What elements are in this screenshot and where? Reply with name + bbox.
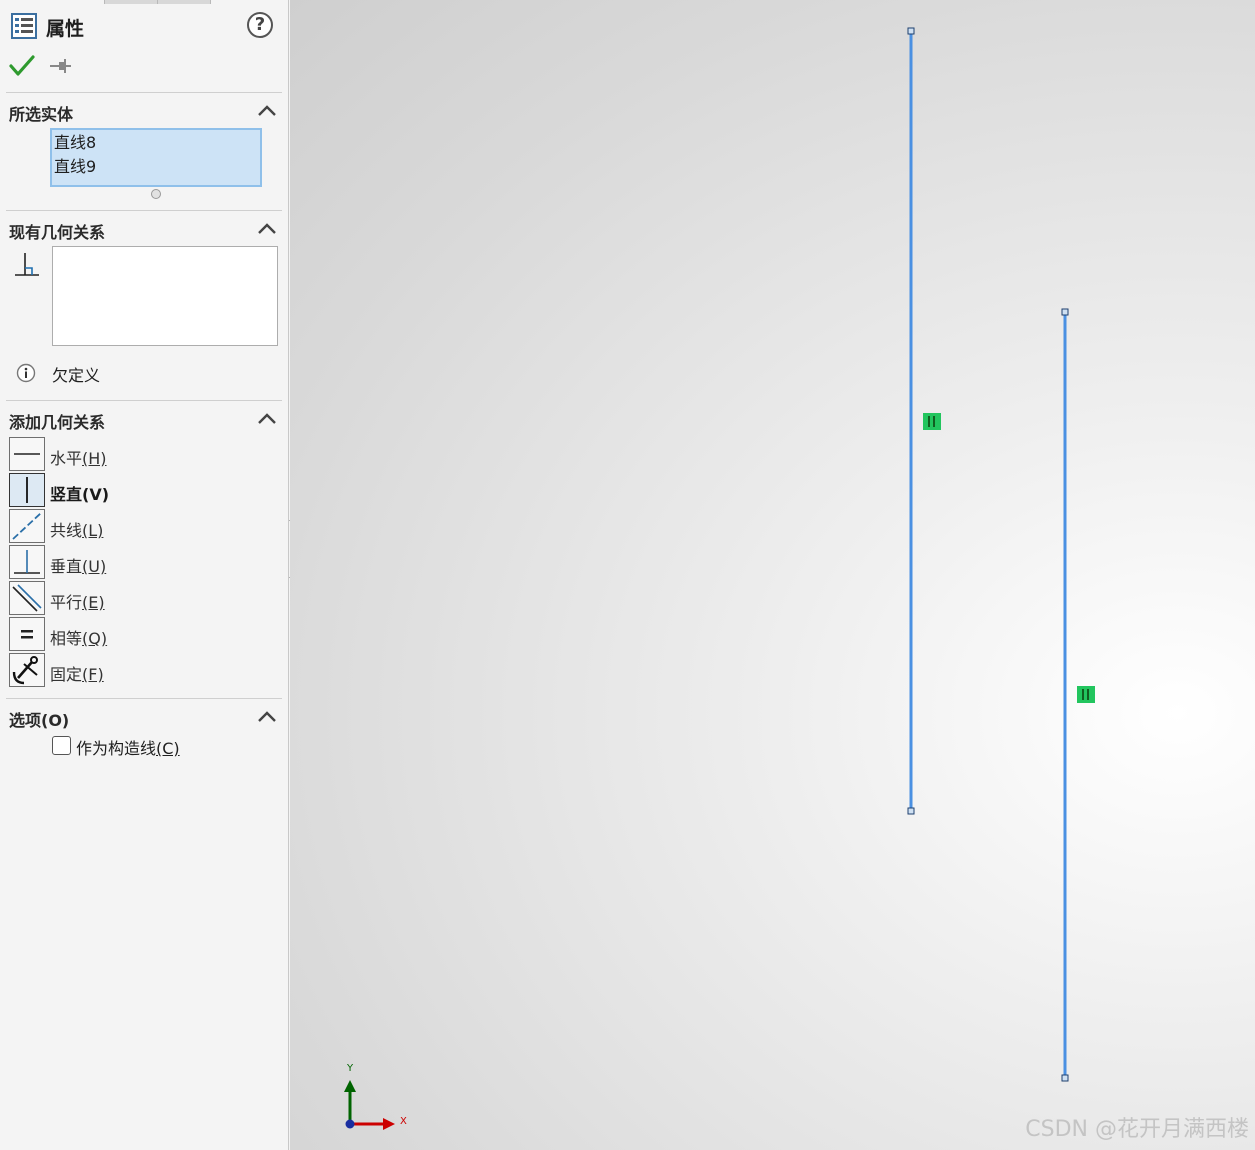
line-endpoint[interactable]: [907, 807, 915, 815]
relation-perpendicular-label[interactable]: 垂直(U): [50, 553, 106, 577]
chevron-up-icon[interactable]: [256, 221, 278, 235]
chevron-up-icon[interactable]: [256, 411, 278, 425]
existing-relations-title: 现有几何关系: [9, 223, 106, 242]
construction-label[interactable]: 作为构造线(C): [76, 735, 180, 759]
parallel-icon[interactable]: [9, 581, 45, 615]
x-axis-label: X: [400, 1116, 407, 1127]
chevron-up-icon[interactable]: [256, 103, 278, 117]
property-manager-icon: [11, 13, 37, 39]
perpendicular-icon[interactable]: [9, 545, 45, 579]
graphics-viewport[interactable]: Y X CSDN @花开月满西楼: [290, 0, 1255, 1150]
sketch-canvas[interactable]: Y X: [290, 0, 1255, 1150]
section-divider: [6, 210, 282, 211]
vertical-relation-marker[interactable]: [923, 413, 941, 430]
equal-icon[interactable]: [9, 617, 45, 651]
sketch-relation-icon: [15, 253, 39, 276]
options-title: 选项(O): [9, 711, 70, 730]
construction-checkbox[interactable]: [52, 736, 71, 755]
panel-tab[interactable]: [105, 0, 158, 4]
relation-horizontal-label[interactable]: 水平(H): [50, 445, 107, 469]
existing-relations-list[interactable]: [52, 246, 278, 346]
collinear-icon[interactable]: [9, 509, 45, 543]
selected-entities-title: 所选实体: [9, 105, 74, 124]
y-axis-label: Y: [346, 1063, 354, 1074]
help-icon[interactable]: ?: [247, 12, 273, 38]
relation-equal-label[interactable]: 相等(Q): [50, 625, 107, 649]
list-item[interactable]: 直线8: [52, 131, 260, 155]
pushpin-icon[interactable]: [49, 56, 73, 76]
panel-tab[interactable]: [0, 0, 105, 4]
relation-parallel-label[interactable]: 平行(E): [50, 589, 105, 613]
section-divider: [6, 92, 282, 93]
watermark-text: CSDN @花开月满西楼: [1025, 1117, 1249, 1142]
coordinate-triad: Y X: [344, 1063, 407, 1130]
relation-collinear-label[interactable]: 共线(L): [50, 517, 103, 541]
vertical-icon[interactable]: [9, 473, 45, 507]
checkmark-icon[interactable]: [9, 54, 35, 78]
definition-status: 欠定义: [52, 366, 101, 385]
panel-tab-strip: [0, 0, 289, 4]
relation-fix-label[interactable]: 固定(F): [50, 661, 104, 685]
vertical-relation-marker[interactable]: [1077, 686, 1095, 703]
list-resize-grip[interactable]: [151, 189, 161, 199]
info-icon: [16, 363, 36, 383]
panel-tab[interactable]: [158, 0, 211, 4]
panel-title: 属性: [46, 18, 85, 40]
section-divider: [6, 400, 282, 401]
list-item[interactable]: 直线9: [52, 155, 260, 179]
relation-vertical-label[interactable]: 竖直(V): [50, 481, 109, 505]
chevron-up-icon[interactable]: [256, 709, 278, 723]
line-endpoint[interactable]: [1061, 308, 1069, 316]
line-endpoint[interactable]: [1061, 1074, 1069, 1082]
selected-entities-list[interactable]: 直线8 直线9: [50, 128, 262, 187]
horizontal-icon[interactable]: [9, 437, 45, 471]
property-manager-panel: 属性 ? 所选实体 直线8 直线9 现有几何关系 欠定义 添加几何关系 水平(H…: [0, 0, 289, 1150]
add-relations-title: 添加几何关系: [9, 413, 106, 432]
section-divider: [6, 698, 282, 699]
fix-anchor-icon[interactable]: [9, 653, 45, 687]
line-endpoint[interactable]: [907, 27, 915, 35]
